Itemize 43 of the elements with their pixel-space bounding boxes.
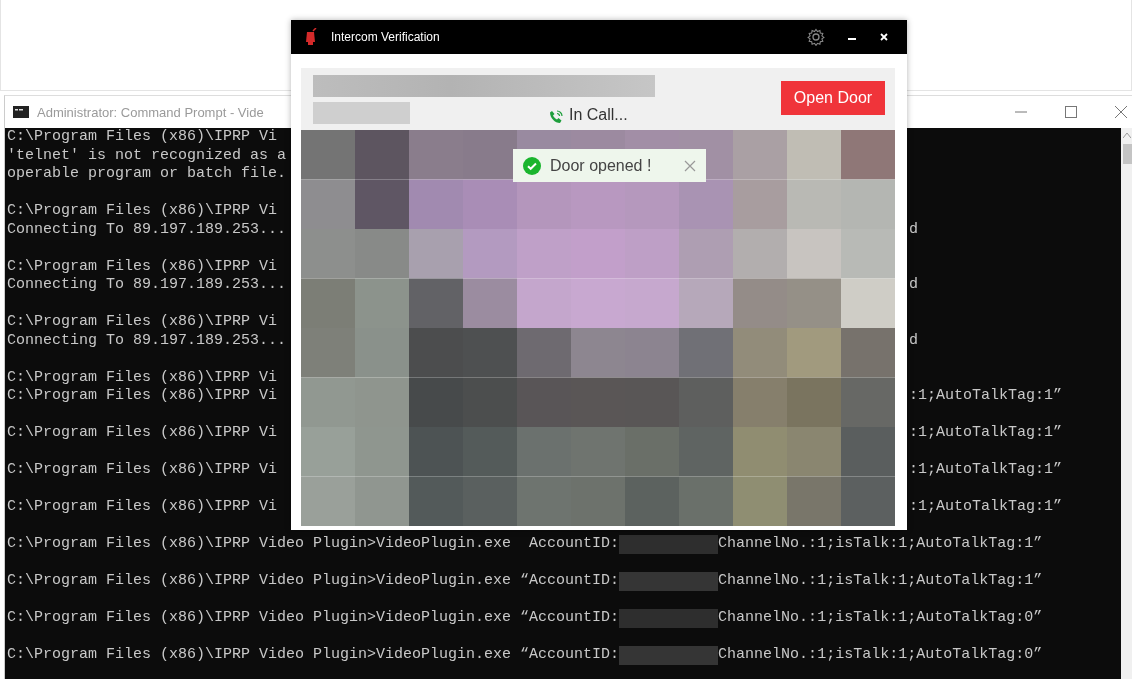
console-line-end: ChannelNo.:1;isTalk:1;AutoTalkTag:1” xyxy=(718,535,1043,554)
scrollbar[interactable] xyxy=(1121,128,1132,679)
console-line-end: ChannelNo.:1;isTalk:1;AutoTalkTag:0” xyxy=(718,646,1043,665)
console-line: C:\Program Files (x86)\IPRP Vi xyxy=(7,498,279,517)
console-line-end: :1;AutoTalkTag:1” xyxy=(909,424,1064,443)
console-line: C:\Program Files (x86)\IPRP Vi xyxy=(7,424,279,443)
console-line: C:\Program Files (x86)\IPRP Vi xyxy=(7,128,278,145)
console-line-end: d xyxy=(909,331,919,350)
console-line: C:\Program Files (x86)\IPRP Vi xyxy=(7,387,279,406)
console-line-end: :1;AutoTalkTag:1” xyxy=(909,387,1064,406)
scrollbar-thumb[interactable] xyxy=(1122,144,1132,164)
console-line: C:\Program Files (x86)\IPRP Vi xyxy=(7,313,278,330)
console-line: C:\Program Files (x86)\IPRP Video Plugin>VideoPlugin.exe AccountID: xyxy=(7,535,620,554)
settings-icon[interactable] xyxy=(807,28,825,46)
console-line-end: ChannelNo.:1;isTalk:1;AutoTalkTag:0” xyxy=(718,609,1043,628)
console-line: 'telnet' is not recognized as a xyxy=(7,146,287,164)
console-line: C:\Program Files (x86)\IPRP Video Plugin>VideoPlugin.exe “AccountID: xyxy=(7,646,620,665)
intercom-icon xyxy=(305,28,317,46)
window-title: Administrator: Command Prompt - Vide xyxy=(37,104,264,120)
console-icon xyxy=(13,106,29,118)
console-line-end: d xyxy=(909,220,919,239)
console-line: C:\Program Files (x86)\IPRP Video Plugin>VideoPlugin.exe “AccountID: xyxy=(7,572,620,591)
console-line: Connecting To 89.197.189.253... xyxy=(7,220,288,239)
console-line-end: d xyxy=(909,276,919,295)
console-line: Connecting To 89.197.189.253... xyxy=(7,331,288,350)
console-line: operable program or batch file. xyxy=(7,165,287,182)
console-line-end: ChannelNo.:1;isTalk:1;AutoTalkTag:1” xyxy=(718,572,1043,591)
console-line: C:\Program Files (x86)\IPRP Vi xyxy=(7,257,278,275)
console-line: Connecting To 89.197.189.253... xyxy=(7,276,288,295)
phone-icon xyxy=(549,110,563,124)
toast-message: Door opened ! xyxy=(550,156,652,175)
window-title: Intercom Verification xyxy=(331,30,440,44)
console-line: C:\Program Files (x86)\IPRP Vi xyxy=(7,202,278,219)
console-line-end: :1;AutoTalkTag:1” xyxy=(909,461,1064,480)
maximize-icon[interactable] xyxy=(1065,106,1077,118)
console-line: C:\Program Files (x86)\IPRP Video Plugin>VideoPlugin.exe “AccountID: xyxy=(7,609,620,628)
console-line: C:\Program Files (x86)\IPRP Vi xyxy=(7,461,279,480)
console-line-end: :1;AutoTalkTag:1” xyxy=(909,498,1064,517)
console-line: C:\Program Files (x86)\IPRP Vi xyxy=(7,368,278,386)
check-circle-icon xyxy=(523,156,541,175)
open-door-button[interactable]: Open Door xyxy=(781,80,885,115)
scroll-up-icon[interactable] xyxy=(1123,132,1131,138)
call-status: In Call... xyxy=(569,106,628,124)
